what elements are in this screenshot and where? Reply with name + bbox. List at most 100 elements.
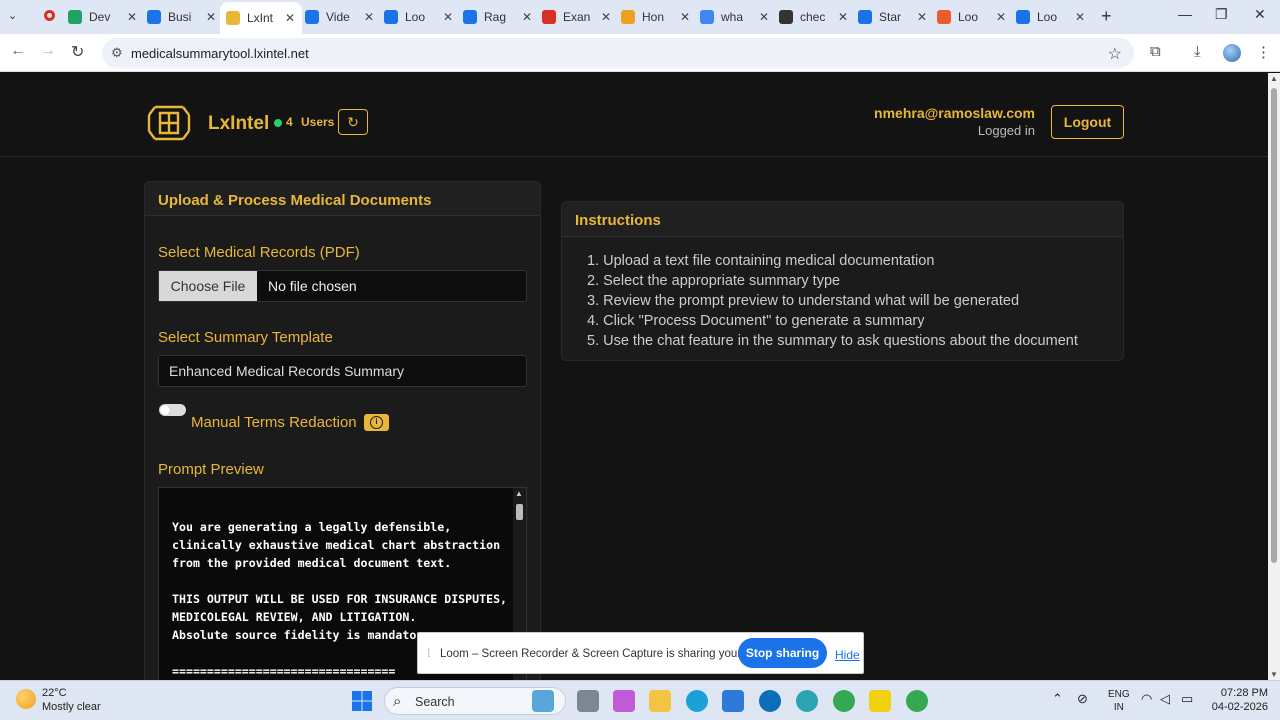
tab-close-icon[interactable]: ✕ — [679, 10, 691, 24]
redaction-info-button[interactable]: i — [364, 414, 389, 431]
tab-label: LxInt — [247, 11, 274, 25]
store-icon[interactable] — [722, 690, 744, 712]
minimize-button[interactable]: — — [1178, 6, 1192, 22]
volume-icon[interactable]: ◁ — [1160, 691, 1170, 707]
tab-favicon-icon — [779, 10, 793, 24]
browser-tab[interactable]: chec ✕ — [779, 4, 849, 30]
new-tab-button[interactable]: + — [1101, 6, 1112, 27]
tab-strip: ⌄ Dev ✕ Busi ✕ LxInt ✕ Vide ✕ Loo ✕ Rag ✕ Exan ✕ Hon ✕ w… — [0, 0, 1280, 34]
task-view-icon[interactable] — [577, 690, 599, 712]
extensions-icon[interactable]: ⧉ — [1150, 43, 1161, 60]
summary-template-select[interactable]: Enhanced Medical Records Summary — [158, 355, 527, 387]
stop-sharing-button[interactable]: Stop sharing — [738, 638, 827, 668]
lang-secondary: IN — [1113, 702, 1124, 713]
scroll-down-arrow-icon[interactable]: ▼ — [1270, 670, 1278, 679]
download-icon[interactable]: ⤓ — [1194, 43, 1201, 60]
url-text[interactable]: medicalsummarytool.lxintel.net — [131, 46, 309, 61]
user-email: nmehra@ramoslaw.com — [874, 105, 1035, 121]
prompt-scroll-thumb[interactable] — [516, 504, 523, 520]
forward-button[interactable]: → — [40, 42, 56, 60]
scroll-up-arrow-icon[interactable]: ▲ — [1270, 74, 1278, 83]
browser-tab[interactable]: wha ✕ — [700, 4, 770, 30]
refresh-users-button[interactable]: ↻ — [338, 109, 368, 135]
app-header: LxIntel 4 Users ↻ nmehra@ramoslaw.com Lo… — [0, 73, 1268, 157]
network-off-icon[interactable]: ⊘ — [1077, 691, 1088, 707]
loom-share-bar: ⁞ Loom – Screen Recorder & Screen Captur… — [417, 632, 864, 674]
choose-file-button[interactable]: Choose File — [159, 271, 257, 301]
hide-link[interactable]: Hide — [835, 648, 860, 662]
maximize-button[interactable]: ❐ — [1215, 6, 1228, 23]
instruction-item: 1. Upload a text file containing medical… — [587, 253, 935, 269]
widget-icon[interactable] — [532, 690, 554, 712]
address-bar[interactable]: ⚙ medicalsummarytool.lxintel.net ☆ — [102, 38, 1134, 68]
close-window-button[interactable]: ✕ — [1254, 6, 1266, 23]
tab-favicon-icon — [147, 10, 161, 24]
instructions-card: Instructions 1. Upload a text file conta… — [561, 201, 1124, 361]
tab-label: Star — [879, 10, 902, 24]
weather-icon[interactable] — [16, 689, 36, 709]
reload-button[interactable]: ↻ — [71, 42, 84, 62]
browser-tab[interactable]: Loo ✕ — [384, 4, 454, 30]
menu-icon[interactable]: ⋮ — [1256, 43, 1271, 61]
clock-time[interactable]: 07:28 PM — [1221, 687, 1268, 699]
chrome-profile-icon[interactable] — [906, 690, 928, 712]
language-indicator[interactable]: ENG IN — [1108, 688, 1130, 714]
tab-close-icon[interactable]: ✕ — [995, 10, 1007, 24]
tab-close-icon[interactable]: ✕ — [1074, 10, 1086, 24]
browser-tab[interactable]: Busi ✕ — [147, 4, 217, 30]
tab-label: Loo — [1037, 10, 1058, 24]
drag-handle-icon[interactable]: ⁞ — [427, 646, 430, 660]
tab-close-icon[interactable]: ✕ — [284, 11, 296, 25]
redaction-label: Manual Terms Redaction — [191, 414, 357, 431]
wifi-icon[interactable]: ◠ — [1141, 691, 1152, 707]
tab-favicon-icon — [463, 10, 477, 24]
site-info-icon[interactable]: ⚙ — [111, 45, 123, 61]
clock-date[interactable]: 04-02-2026 — [1212, 701, 1268, 713]
file-input[interactable]: Choose File No file chosen — [158, 270, 527, 302]
page-scroll-thumb[interactable] — [1271, 88, 1277, 563]
tab-close-icon[interactable]: ✕ — [837, 10, 849, 24]
back-button[interactable]: ← — [10, 42, 26, 60]
tab-close-icon[interactable]: ✕ — [758, 10, 770, 24]
browser-tab[interactable]: Rag ✕ — [463, 4, 533, 30]
redaction-toggle[interactable] — [159, 404, 186, 416]
battery-icon[interactable]: ▭ — [1181, 691, 1193, 707]
hp-icon[interactable] — [759, 690, 781, 712]
tab-search-icon[interactable]: ⌄ — [8, 9, 17, 22]
tab-close-icon[interactable]: ✕ — [442, 10, 454, 24]
bookmark-star-icon[interactable]: ☆ — [1108, 44, 1122, 64]
browser-tab[interactable]: Exan ✕ — [542, 4, 612, 30]
browser-tab[interactable]: Loo ✕ — [937, 4, 1007, 30]
windows-start-icon[interactable] — [351, 690, 373, 712]
tab-close-icon[interactable]: ✕ — [600, 10, 612, 24]
logout-button[interactable]: Logout — [1051, 105, 1124, 139]
browser-tab[interactable]: LxInt ✕ — [220, 2, 302, 34]
tab-close-icon[interactable]: ✕ — [126, 10, 138, 24]
tab-close-icon[interactable]: ✕ — [521, 10, 533, 24]
tab-close-icon[interactable]: ✕ — [916, 10, 928, 24]
browser-tab[interactable]: Loo ✕ — [1016, 4, 1086, 30]
browser-tab[interactable]: Vide ✕ — [305, 4, 375, 30]
browser-tab[interactable]: Dev ✕ — [68, 4, 138, 30]
scroll-up-icon[interactable]: ▲ — [515, 489, 523, 498]
tab-favicon-icon — [1016, 10, 1030, 24]
copilot-icon[interactable] — [613, 690, 635, 712]
page-scrollbar[interactable]: ▲ ▼ — [1268, 73, 1280, 680]
tab-favicon-icon — [858, 10, 872, 24]
profile-avatar[interactable] — [1223, 44, 1241, 62]
chrome-icon[interactable] — [833, 690, 855, 712]
tab-close-icon[interactable]: ✕ — [205, 10, 217, 24]
browser-tab[interactable]: Hon ✕ — [621, 4, 691, 30]
tray-overflow-icon[interactable]: ⌃ — [1052, 691, 1063, 707]
app-icon[interactable] — [796, 690, 818, 712]
sticky-notes-icon[interactable] — [869, 690, 891, 712]
tab-favicon-icon — [384, 10, 398, 24]
tab-favicon-icon — [621, 10, 635, 24]
edge-icon[interactable] — [686, 690, 708, 712]
loom-sharing-message: Loom – Screen Recorder & Screen Capture … — [440, 648, 782, 660]
users-label: Users — [301, 115, 335, 129]
record-icon[interactable] — [44, 10, 55, 21]
file-explorer-icon[interactable] — [649, 690, 671, 712]
browser-tab[interactable]: Star ✕ — [858, 4, 928, 30]
tab-close-icon[interactable]: ✕ — [363, 10, 375, 24]
